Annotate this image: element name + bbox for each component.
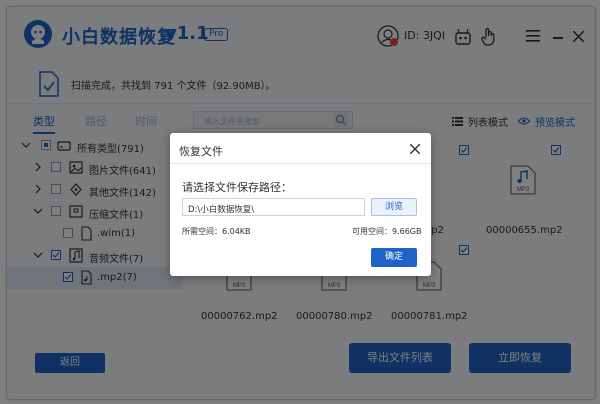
save-path-input[interactable] [182,198,365,216]
close-icon[interactable] [410,144,420,154]
space-needed: 所需空间：6.04KB [182,227,251,236]
confirm-button[interactable]: 确定 [371,248,417,267]
path-prompt: 请选择文件保存路径： [182,181,292,194]
dialog-header: 恢复文件 [170,133,431,164]
recover-dialog: 恢复文件 请选择文件保存路径： 浏览 所需空间：6.04KB 可用空间：9.66… [170,133,431,276]
browse-button[interactable]: 浏览 [371,198,417,216]
dialog-title: 恢复文件 [179,145,223,158]
space-available: 可用空间：9.66GB [352,227,422,236]
